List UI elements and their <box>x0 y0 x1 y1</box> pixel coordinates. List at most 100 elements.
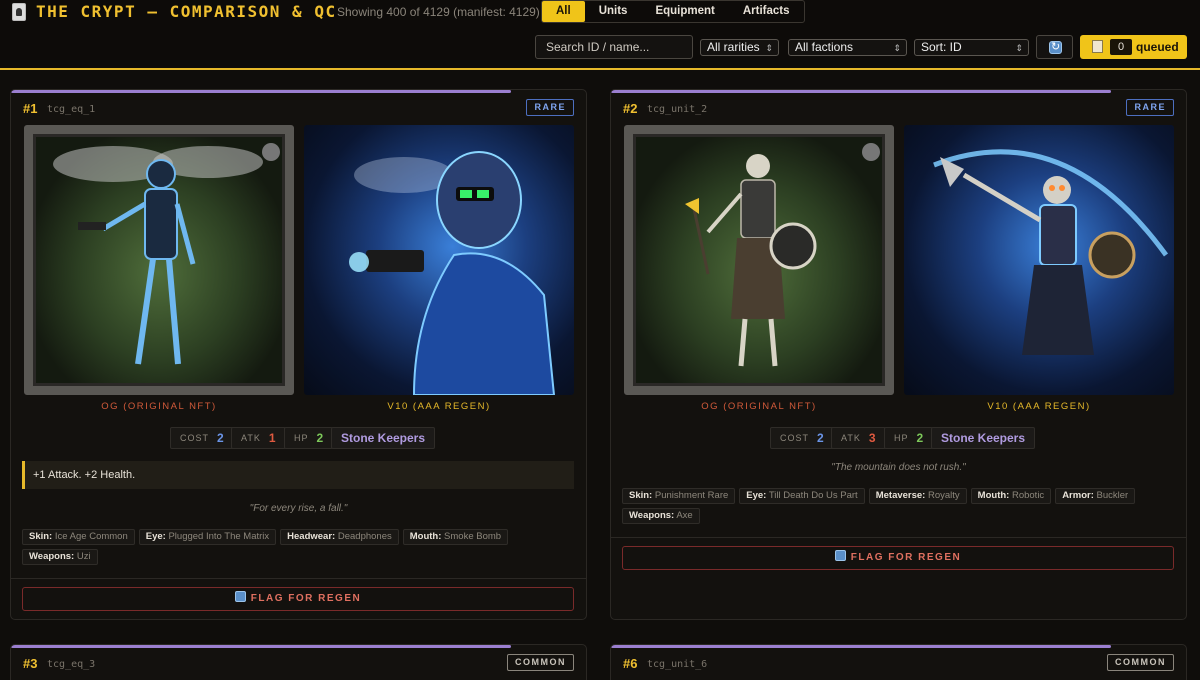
card-divider <box>11 578 586 579</box>
v10-artwork[interactable] <box>304 125 574 395</box>
card-accent-bar <box>11 90 511 93</box>
flavor-text: "The mountain does not rush." <box>831 462 966 473</box>
cost-label: COST <box>780 433 810 443</box>
queued-label: queued <box>1136 40 1179 54</box>
ability-text: +1 Attack. +2 Health. <box>22 461 574 489</box>
hp-stat: HP 2 <box>884 427 934 449</box>
card-accent-bar <box>611 645 1111 648</box>
atk-stat: ATK 3 <box>831 427 886 449</box>
trait-key: Skin: <box>629 490 653 501</box>
tab-equipment[interactable]: Equipment <box>641 1 728 22</box>
tab-all[interactable]: All <box>542 1 585 22</box>
cost-value: 2 <box>217 431 224 445</box>
v10-artwork[interactable] <box>904 125 1174 395</box>
flag-label: FLAG FOR REGEN <box>850 552 962 563</box>
search-input[interactable] <box>535 35 693 59</box>
app-title: THE CRYPT — COMPARISON & QC <box>36 2 337 21</box>
card-id: tcg_eq_1 <box>47 104 96 115</box>
trait-key: Eye: <box>145 531 166 542</box>
card-number: #6 <box>623 656 638 671</box>
trait-key: Weapons: <box>629 510 675 521</box>
chevron-updown-icon: ⇕ <box>893 43 901 53</box>
cost-stat: COST 2 <box>170 427 234 449</box>
trait-chip: Skin: Punishment Rare <box>622 488 736 504</box>
faction-badge: Stone Keepers <box>331 427 436 449</box>
hp-value: 2 <box>316 431 324 445</box>
card-accent-bar <box>11 645 511 648</box>
trait-key: Headwear: <box>287 531 336 542</box>
card-2: #2 tcg_unit_2 RARE OG (ORIGINAL NFT) V10… <box>610 89 1187 620</box>
atk-label: ATK <box>241 433 261 443</box>
trait-value: Deadphones <box>337 531 392 542</box>
category-tabs: All Units Equipment Artifacts <box>541 0 805 23</box>
og-artwork[interactable] <box>624 125 894 395</box>
hp-label: HP <box>294 433 309 443</box>
skeleton-gunner-regen-image <box>349 151 556 395</box>
top-header: THE CRYPT — COMPARISON & QC Showing 400 … <box>0 0 1200 70</box>
trait-chip: Headwear: Deadphones <box>280 529 399 545</box>
card-6: #6 tcg_unit_6 COMMON <box>610 644 1187 680</box>
trait-key: Armor: <box>1062 490 1094 501</box>
v10-label: V10 (AAA REGEN) <box>387 401 491 412</box>
card-accent-bar <box>611 90 1111 93</box>
card-id: tcg_eq_3 <box>47 659 96 670</box>
trait-value: Royalty <box>927 490 960 501</box>
flag-label: FLAG FOR REGEN <box>250 593 362 604</box>
trait-chip: Metaverse: Royalty <box>868 488 967 504</box>
card-divider <box>611 537 1186 538</box>
sort-select-value: Sort: ID <box>921 40 962 54</box>
rarity-select-value: All rarities <box>707 40 760 54</box>
trait-chip: Armor: Buckler <box>1055 488 1136 504</box>
refresh-icon <box>234 591 246 602</box>
refresh-icon <box>1049 40 1062 54</box>
flag-for-regen-button[interactable]: FLAG FOR REGEN <box>622 546 1174 570</box>
crypt-logo-icon <box>12 3 26 21</box>
tab-artifacts[interactable]: Artifacts <box>729 1 804 22</box>
card-id: tcg_unit_2 <box>647 104 708 115</box>
flag-for-regen-button[interactable]: FLAG FOR REGEN <box>22 587 574 611</box>
card-number: #2 <box>623 101 638 116</box>
skeleton-warrior-image <box>685 143 880 367</box>
hp-stat: HP 2 <box>284 427 334 449</box>
trait-value: Robotic <box>1011 490 1045 501</box>
tab-units[interactable]: Units <box>585 1 642 22</box>
faction-badge: Stone Keepers <box>931 427 1036 449</box>
chevron-updown-icon: ⇕ <box>1015 43 1023 53</box>
refresh-button[interactable] <box>1036 35 1073 59</box>
card-3: #3 tcg_eq_3 COMMON <box>10 644 587 680</box>
flavor-text: "For every rise, a fall." <box>249 503 348 514</box>
trait-chip: Mouth: Smoke Bomb <box>402 529 509 545</box>
rarity-select[interactable]: All rarities ⇕ <box>700 39 779 56</box>
trait-key: Weapons: <box>29 551 75 562</box>
skeleton-warrior-regen-image <box>933 149 1169 355</box>
trait-value: Ice Age Common <box>54 531 128 542</box>
sort-select[interactable]: Sort: ID ⇕ <box>914 39 1029 56</box>
trait-chip: Mouth: Robotic <box>970 488 1052 504</box>
chevron-updown-icon: ⇕ <box>765 43 773 53</box>
og-label: OG (ORIGINAL NFT) <box>701 401 817 412</box>
trait-value: Axe <box>676 510 693 521</box>
skeleton-gunner-image <box>53 143 280 365</box>
card-id: tcg_unit_6 <box>647 659 708 670</box>
showing-count: Showing 400 of 4129 (manifest: 4129) <box>337 5 540 19</box>
v10-label: V10 (AAA REGEN) <box>987 401 1091 412</box>
trait-value: Punishment Rare <box>654 490 729 501</box>
cost-stat: COST 2 <box>770 427 834 449</box>
card-1: #1 tcg_eq_1 RARE OG (ORIGINAL NFT) V10 (… <box>10 89 587 620</box>
trait-chip: Skin: Ice Age Common <box>22 529 135 545</box>
atk-stat: ATK 1 <box>231 427 286 449</box>
rarity-badge: RARE <box>526 99 574 116</box>
trait-key: Eye: <box>746 490 767 501</box>
og-label: OG (ORIGINAL NFT) <box>101 401 217 412</box>
refresh-icon <box>834 550 846 561</box>
cost-label: COST <box>180 433 210 443</box>
card-number: #1 <box>23 101 38 116</box>
trait-key: Metaverse: <box>875 490 926 501</box>
og-artwork[interactable] <box>24 125 294 395</box>
queued-button[interactable]: 0 queued <box>1080 35 1187 59</box>
faction-select[interactable]: All factions ⇕ <box>788 39 907 56</box>
card-number: #3 <box>23 656 38 671</box>
cost-value: 2 <box>817 431 824 445</box>
trait-key: Mouth: <box>977 490 1010 501</box>
trait-list: Skin: Punishment Rare Eye: Till Death Do… <box>622 488 1174 524</box>
